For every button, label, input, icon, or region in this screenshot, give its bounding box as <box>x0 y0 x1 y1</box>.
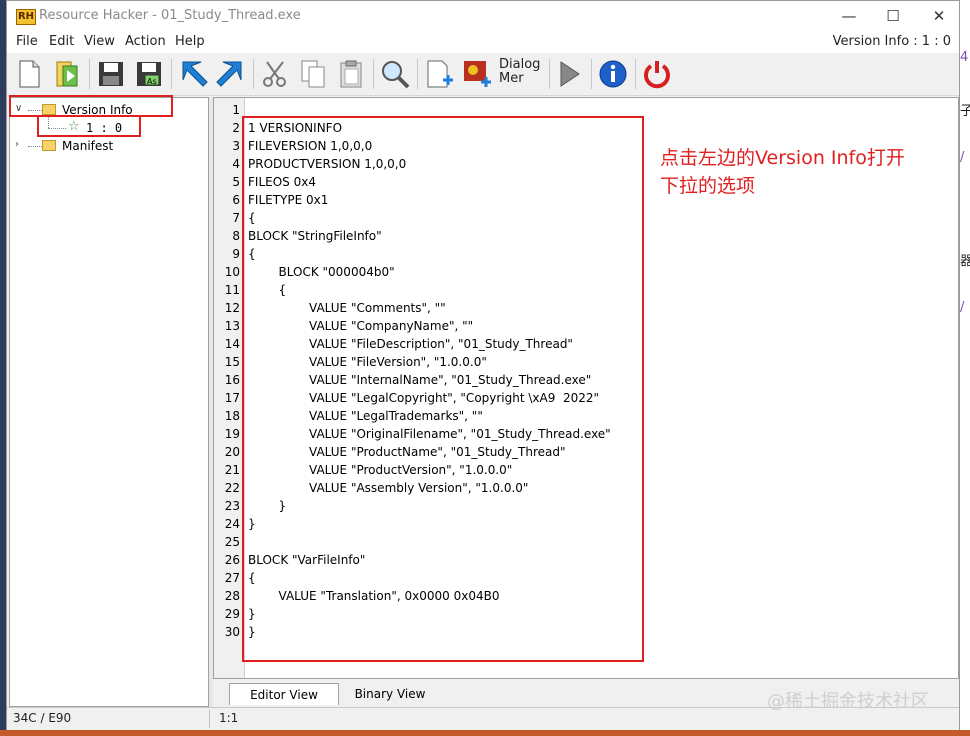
menu-bar: File Edit View Action Help Version Info … <box>7 31 959 53</box>
taskbar-strip <box>0 730 970 736</box>
resource-tree[interactable]: ∨ Version Info ☆ 1 : 0 › Manifest <box>9 97 209 707</box>
line-number: 23 <box>224 499 240 513</box>
line-number: 2 <box>232 121 240 135</box>
status-cursor-position: 1:1 <box>219 711 239 725</box>
line-number: 9 <box>232 247 240 261</box>
highlight-box-1-0 <box>37 115 141 137</box>
move-back-icon[interactable] <box>177 58 209 90</box>
toolbar-separator <box>417 59 418 89</box>
add-image-icon[interactable] <box>461 58 493 90</box>
resource-hacker-icon: RH <box>16 9 36 25</box>
save-icon[interactable] <box>95 58 127 90</box>
line-number-gutter: 1 2 3 4 5 6 7 8 9 10 11 12 13 14 15 16 17 18 19 20 21 22 23 24 2… <box>214 98 245 678</box>
new-file-icon[interactable] <box>13 58 45 90</box>
tree-line <box>28 146 42 147</box>
save-as-icon[interactable]: As <box>133 58 165 90</box>
line-number: 18 <box>224 409 240 423</box>
menu-file[interactable]: File <box>16 34 38 49</box>
line-number: 13 <box>224 319 240 333</box>
title-bar[interactable]: RH Resource Hacker - 01_Study_Thread.exe… <box>7 1 959 31</box>
line-number: 11 <box>224 283 240 297</box>
toolbar-separator <box>591 59 592 89</box>
current-resource-label: Version Info : 1 : 0 <box>832 34 951 49</box>
status-offset: 34C / E90 <box>13 711 72 725</box>
line-number: 6 <box>232 193 240 207</box>
paste-icon[interactable] <box>335 58 367 90</box>
svg-text:As: As <box>147 77 157 86</box>
line-number: 4 <box>232 157 240 171</box>
toolbar-separator <box>373 59 374 89</box>
line-number: 17 <box>224 391 240 405</box>
annotation-text-line1: 点击左边的Version Info打开 <box>660 147 905 169</box>
line-number: 14 <box>224 337 240 351</box>
info-icon[interactable] <box>597 58 629 90</box>
menu-help[interactable]: Help <box>175 34 205 49</box>
menu-action[interactable]: Action <box>125 34 166 49</box>
line-number: 7 <box>232 211 240 225</box>
line-number: 27 <box>224 571 240 585</box>
menu-view[interactable]: View <box>84 34 115 49</box>
annotation-text-line2: 下拉的选项 <box>660 175 756 197</box>
tab-binary-view[interactable]: Binary View <box>343 683 437 705</box>
open-file-icon[interactable] <box>51 58 83 90</box>
chevron-right-icon[interactable]: › <box>15 139 19 150</box>
tab-editor-view[interactable]: Editor View <box>229 683 339 705</box>
script-editor[interactable]: 1 2 3 4 5 6 7 8 9 10 11 12 13 14 15 16 17 18 19 20 21 22 23 24 2… <box>213 97 959 679</box>
line-number: 8 <box>232 229 240 243</box>
line-number: 15 <box>224 355 240 369</box>
close-button[interactable]: ✕ <box>923 5 955 27</box>
line-number: 5 <box>232 175 240 189</box>
maximize-button[interactable]: ☐ <box>877 5 909 27</box>
line-number: 22 <box>224 481 240 495</box>
line-number: 19 <box>224 427 240 441</box>
toolbar-separator <box>253 59 254 89</box>
toolbar-separator <box>549 59 550 89</box>
app-window: RH Resource Hacker - 01_Study_Thread.exe… <box>6 0 960 730</box>
window-title: Resource Hacker - 01_Study_Thread.exe <box>39 8 301 23</box>
folder-icon <box>42 140 56 151</box>
line-number: 30 <box>224 625 240 639</box>
dialog-label-2: Mer <box>499 71 524 86</box>
line-number: 24 <box>224 517 240 531</box>
move-forward-icon[interactable] <box>215 58 247 90</box>
line-number: 26 <box>224 553 240 567</box>
line-number: 28 <box>224 589 240 603</box>
watermark: @稀土掘金技术社区 <box>767 691 929 712</box>
dialog-label: Dialog <box>499 57 541 72</box>
find-icon[interactable] <box>379 58 411 90</box>
line-number: 10 <box>224 265 240 279</box>
tree-item-manifest[interactable]: Manifest <box>62 137 113 155</box>
line-number: 16 <box>224 373 240 387</box>
toolbar-separator <box>171 59 172 89</box>
status-separator <box>209 710 210 728</box>
highlight-box-code <box>242 116 644 662</box>
run-script-icon[interactable] <box>553 58 585 90</box>
line-number: 21 <box>224 463 240 477</box>
line-number: 3 <box>232 139 240 153</box>
line-number: 29 <box>224 607 240 621</box>
toolbar-separator <box>89 59 90 89</box>
line-number: 20 <box>224 445 240 459</box>
add-resource-icon[interactable] <box>423 58 455 90</box>
toolbar-separator <box>635 59 636 89</box>
menu-edit[interactable]: Edit <box>49 34 74 49</box>
highlight-box-version-info <box>9 95 173 117</box>
minimize-button[interactable]: — <box>833 5 865 27</box>
copy-icon[interactable] <box>297 58 329 90</box>
toolbar: As Dialog Mer <box>7 53 959 96</box>
cut-icon[interactable] <box>259 58 291 90</box>
line-number: 25 <box>224 535 240 549</box>
exit-power-icon[interactable] <box>641 58 673 90</box>
line-number: 12 <box>224 301 240 315</box>
dialog-merge-button[interactable]: Dialog Mer <box>499 58 543 90</box>
line-number: 1 <box>232 103 240 117</box>
